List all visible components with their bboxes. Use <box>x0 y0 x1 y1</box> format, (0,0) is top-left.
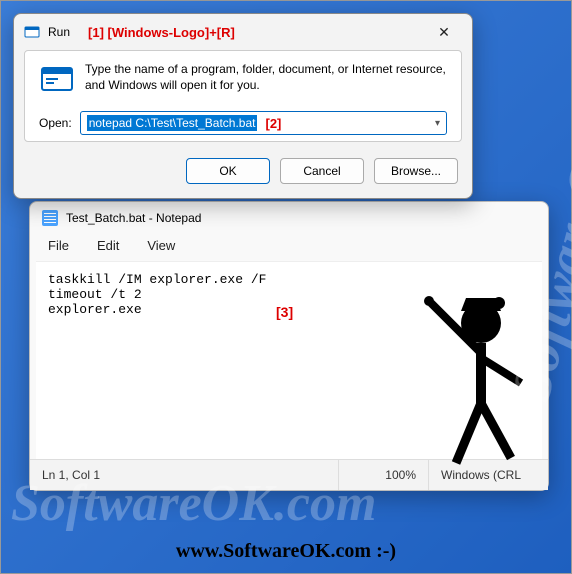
open-label: Open: <box>39 116 72 130</box>
open-combobox[interactable]: notepad C:\Test\Test_Batch.bat [2] ▾ <box>80 111 447 135</box>
notepad-title: Test_Batch.bat - Notepad <box>66 211 201 225</box>
run-title: Run <box>48 25 70 39</box>
run-titlebar: Run [1] [Windows-Logo]+[R] ✕ <box>14 14 472 50</box>
annotation-1: [1] [Windows-Logo]+[R] <box>88 25 235 40</box>
status-position: Ln 1, Col 1 <box>30 460 338 490</box>
browse-button[interactable]: Browse... <box>374 158 458 184</box>
run-dialog: Run [1] [Windows-Logo]+[R] ✕ Type the na… <box>13 13 473 199</box>
annotation-3: [3] <box>276 304 293 320</box>
notepad-icon <box>42 210 58 226</box>
menu-file[interactable]: File <box>48 238 69 253</box>
notepad-content[interactable]: taskkill /IM explorer.exe /F timeout /t … <box>48 272 266 317</box>
menu-edit[interactable]: Edit <box>97 238 119 253</box>
ok-button[interactable]: OK <box>186 158 270 184</box>
run-button-row: OK Cancel Browse... <box>14 152 472 198</box>
notepad-menubar: File Edit View <box>30 234 548 261</box>
notepad-titlebar: Test_Batch.bat - Notepad <box>30 202 548 234</box>
close-button[interactable]: ✕ <box>426 20 462 44</box>
annotation-2: [2] <box>265 116 281 131</box>
pointing-figure-icon <box>411 273 531 473</box>
footer-url: www.SoftwareOK.com :-) <box>1 540 571 563</box>
run-body: Type the name of a program, folder, docu… <box>24 50 462 142</box>
cancel-button[interactable]: Cancel <box>280 158 364 184</box>
run-icon <box>24 24 40 40</box>
menu-view[interactable]: View <box>147 238 175 253</box>
run-app-icon <box>39 61 75 97</box>
run-description: Type the name of a program, folder, docu… <box>85 61 447 93</box>
open-input-value[interactable]: notepad C:\Test\Test_Batch.bat <box>87 115 258 131</box>
chevron-down-icon[interactable]: ▾ <box>435 118 440 129</box>
